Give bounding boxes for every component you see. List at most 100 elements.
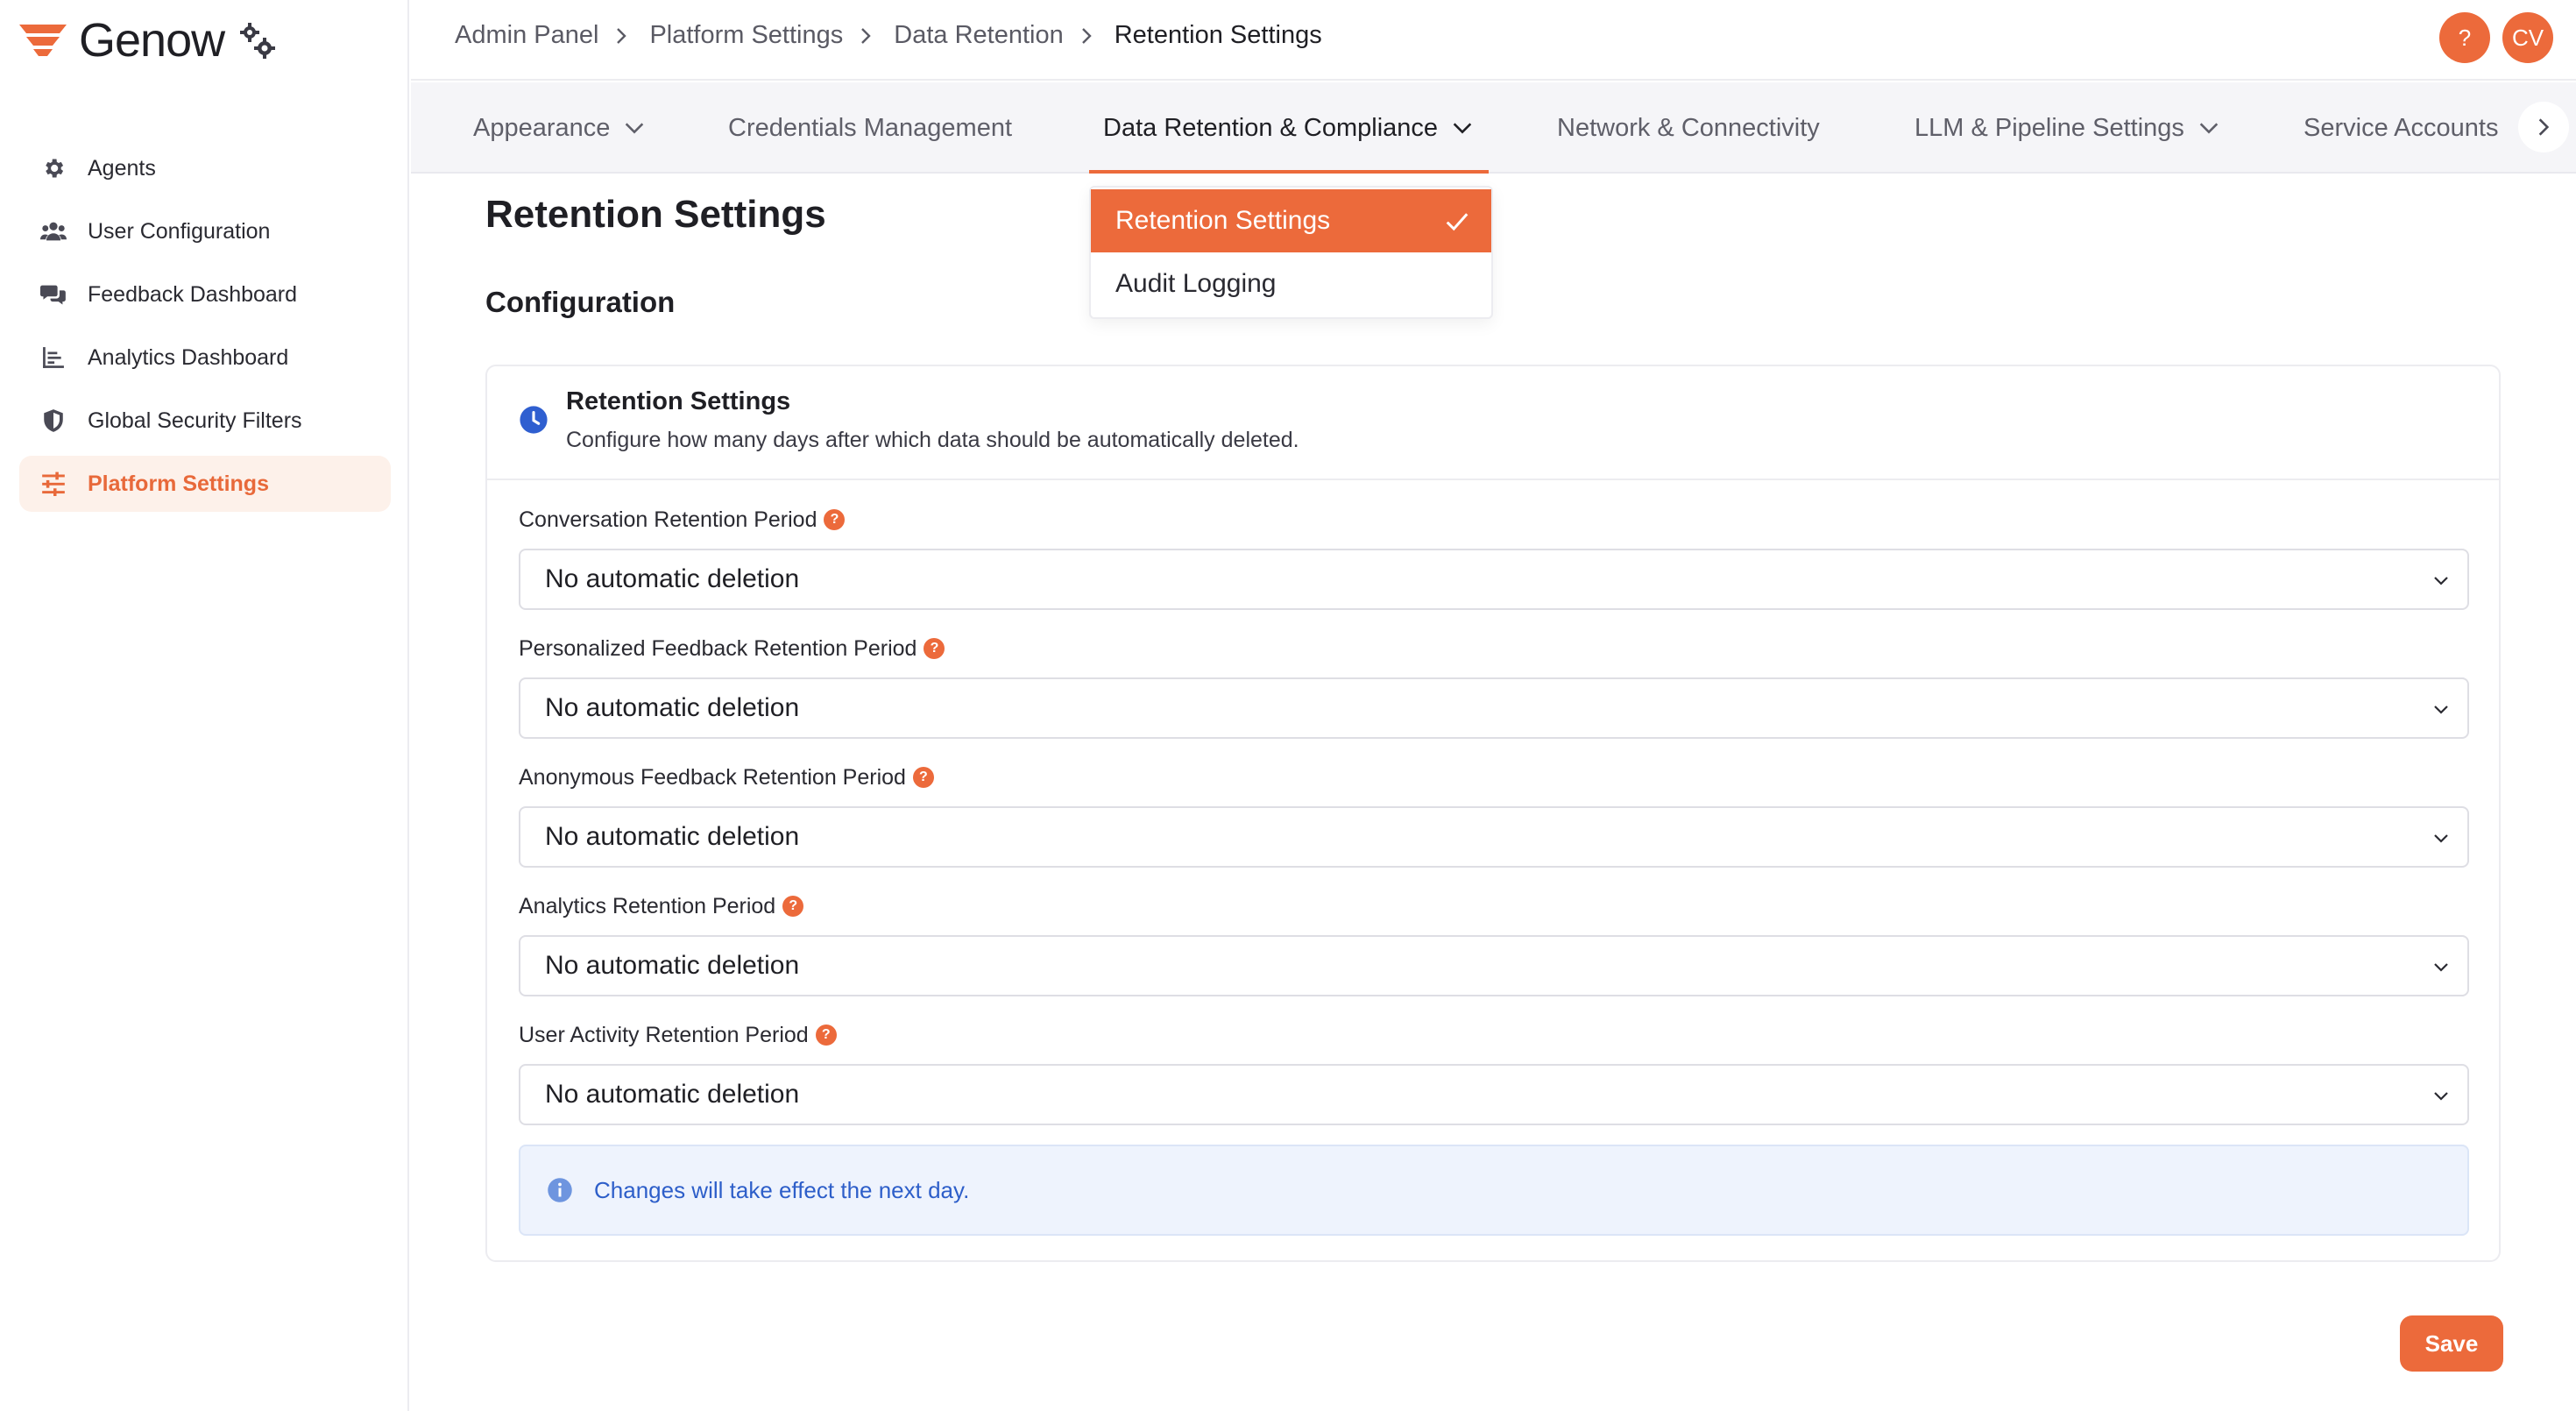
info-banner: Changes will take effect the next day. — [519, 1145, 2469, 1236]
personalized-feedback-retention-select[interactable]: No automatic deletion — [519, 677, 2469, 739]
sidebar-item-label: Feedback Dashboard — [88, 281, 298, 307]
menu-item-audit-logging[interactable]: Audit Logging — [1091, 252, 1491, 316]
help-icon[interactable]: ? — [782, 896, 804, 917]
field-label-text: Anonymous Feedback Retention Period — [519, 764, 906, 790]
tabs-scroll-right-button[interactable] — [2518, 102, 2569, 152]
field-label: Conversation Retention Period ? — [519, 507, 2469, 533]
help-icon[interactable]: ? — [924, 638, 945, 659]
sidebar-item-feedback-dashboard[interactable]: Feedback Dashboard — [19, 266, 391, 323]
card-description: Configure how many days after which data… — [566, 428, 1299, 452]
sidebar-item-label: Global Security Filters — [88, 408, 302, 433]
sidebar-item-label: Analytics Dashboard — [88, 344, 289, 370]
tab-label: Network & Connectivity — [1557, 113, 1820, 142]
genow-logo-icon — [18, 21, 70, 60]
field-label-text: Personalized Feedback Retention Period — [519, 635, 917, 661]
breadcrumb-admin-panel[interactable]: Admin Panel — [455, 21, 598, 50]
chat-bubbles-icon — [40, 281, 67, 308]
select-value: No automatic deletion — [545, 693, 800, 722]
select-value: No automatic deletion — [545, 951, 800, 980]
analytics-retention-field: Analytics Retention Period ? No automati… — [519, 893, 2469, 996]
top-bar: Admin Panel Platform Settings Data Reten… — [411, 0, 2576, 81]
top-actions: ? CV — [2427, 12, 2553, 63]
chevron-down-icon — [2431, 827, 2452, 848]
avatar[interactable]: CV — [2502, 12, 2553, 63]
clock-icon — [519, 405, 548, 435]
personalized-feedback-retention-field: Personalized Feedback Retention Period ?… — [519, 635, 2469, 739]
sidebar-item-label: User Configuration — [88, 218, 271, 244]
menu-item-retention-settings[interactable]: Retention Settings — [1091, 189, 1491, 252]
help-icon[interactable]: ? — [912, 767, 934, 788]
users-icon — [40, 218, 67, 245]
field-label: Anonymous Feedback Retention Period ? — [519, 764, 2469, 791]
help-icon[interactable]: ? — [815, 1025, 837, 1046]
page-title: Retention Settings — [485, 193, 826, 236]
chevron-down-icon — [1450, 116, 1475, 140]
sidebar-item-user-configuration[interactable]: User Configuration — [19, 203, 391, 259]
data-retention-dropdown-menu: Retention Settings Audit Logging — [1089, 186, 1493, 319]
sidebar-nav: Agents User Configuration Feedback Dashb… — [19, 140, 391, 519]
tab-service-accounts[interactable]: Service Accounts — [2304, 82, 2498, 174]
card-header: Retention Settings Configure how many da… — [487, 366, 2499, 480]
chevron-right-icon — [2532, 116, 2555, 138]
select-value: No automatic deletion — [545, 564, 800, 593]
section-title: Configuration — [485, 286, 676, 318]
tab-data-retention-compliance[interactable]: Data Retention & Compliance — [1088, 82, 1490, 174]
tab-credentials-management[interactable]: Credentials Management — [728, 82, 1012, 174]
gears-icon — [237, 20, 277, 60]
save-button[interactable]: Save — [2400, 1315, 2503, 1372]
card-title: Retention Settings — [566, 387, 791, 415]
chevron-down-icon — [2431, 1085, 2452, 1106]
field-label-text: Conversation Retention Period — [519, 507, 817, 532]
chevron-down-icon — [2197, 116, 2221, 140]
tab-label: LLM & Pipeline Settings — [1914, 113, 2184, 142]
field-label: Analytics Retention Period ? — [519, 893, 2469, 919]
field-label: Personalized Feedback Retention Period ? — [519, 635, 2469, 662]
logo[interactable]: Genow — [18, 16, 277, 65]
sliders-icon — [40, 471, 67, 497]
tab-label: Appearance — [473, 113, 611, 142]
gear-icon — [40, 155, 67, 181]
user-activity-retention-select[interactable]: No automatic deletion — [519, 1064, 2469, 1125]
conversation-retention-field: Conversation Retention Period ? No autom… — [519, 507, 2469, 610]
sidebar-item-agents[interactable]: Agents — [19, 140, 391, 196]
breadcrumb-retention-settings: Retention Settings — [1114, 21, 1322, 49]
sidebar-item-label: Agents — [88, 155, 156, 181]
checkmark-icon — [1444, 209, 1470, 235]
anonymous-feedback-retention-field: Anonymous Feedback Retention Period ? No… — [519, 764, 2469, 868]
tab-network-connectivity[interactable]: Network & Connectivity — [1557, 82, 1820, 174]
sidebar: Genow Agents User Configuration Feedback… — [0, 0, 409, 1411]
menu-item-label: Retention Settings — [1115, 206, 1331, 235]
field-label: User Activity Retention Period ? — [519, 1022, 2469, 1048]
help-icon[interactable]: ? — [824, 509, 846, 530]
sidebar-item-platform-settings[interactable]: Platform Settings — [19, 456, 391, 512]
bar-chart-icon — [40, 344, 67, 371]
anonymous-feedback-retention-select[interactable]: No automatic deletion — [519, 806, 2469, 868]
conversation-retention-select[interactable]: No automatic deletion — [519, 549, 2469, 610]
shield-icon — [40, 408, 67, 434]
field-label-text: Analytics Retention Period — [519, 893, 776, 918]
chevron-down-icon — [2431, 698, 2452, 720]
main-content: Retention Settings Configuration Retenti… — [411, 174, 2576, 1411]
select-value: No automatic deletion — [545, 822, 800, 851]
user-activity-retention-field: User Activity Retention Period ? No auto… — [519, 1022, 2469, 1125]
tab-llm-pipeline-settings[interactable]: LLM & Pipeline Settings — [1914, 82, 2221, 174]
breadcrumb-data-retention[interactable]: Data Retention — [894, 21, 1063, 50]
tab-appearance[interactable]: Appearance — [473, 82, 647, 174]
retention-settings-card: Retention Settings Configure how many da… — [485, 365, 2501, 1262]
breadcrumb-platform-settings[interactable]: Platform Settings — [649, 21, 843, 50]
sidebar-item-global-security-filters[interactable]: Global Security Filters — [19, 393, 391, 449]
settings-tab-bar: Appearance Credentials Management Data R… — [411, 82, 2576, 174]
menu-item-label: Audit Logging — [1115, 269, 1277, 298]
chevron-down-icon — [2431, 956, 2452, 977]
chevron-down-icon — [2431, 570, 2452, 591]
tab-label: Data Retention & Compliance — [1103, 113, 1439, 142]
sidebar-item-label: Platform Settings — [88, 471, 269, 496]
analytics-retention-select[interactable]: No automatic deletion — [519, 935, 2469, 996]
info-icon — [547, 1177, 573, 1203]
help-button[interactable]: ? — [2439, 12, 2490, 63]
breadcrumb: Admin Panel Platform Settings Data Reten… — [455, 21, 1322, 50]
brand-name: Genow — [79, 14, 225, 67]
tab-label: Service Accounts — [2304, 113, 2499, 142]
sidebar-item-analytics-dashboard[interactable]: Analytics Dashboard — [19, 330, 391, 386]
chevron-down-icon — [622, 116, 647, 140]
